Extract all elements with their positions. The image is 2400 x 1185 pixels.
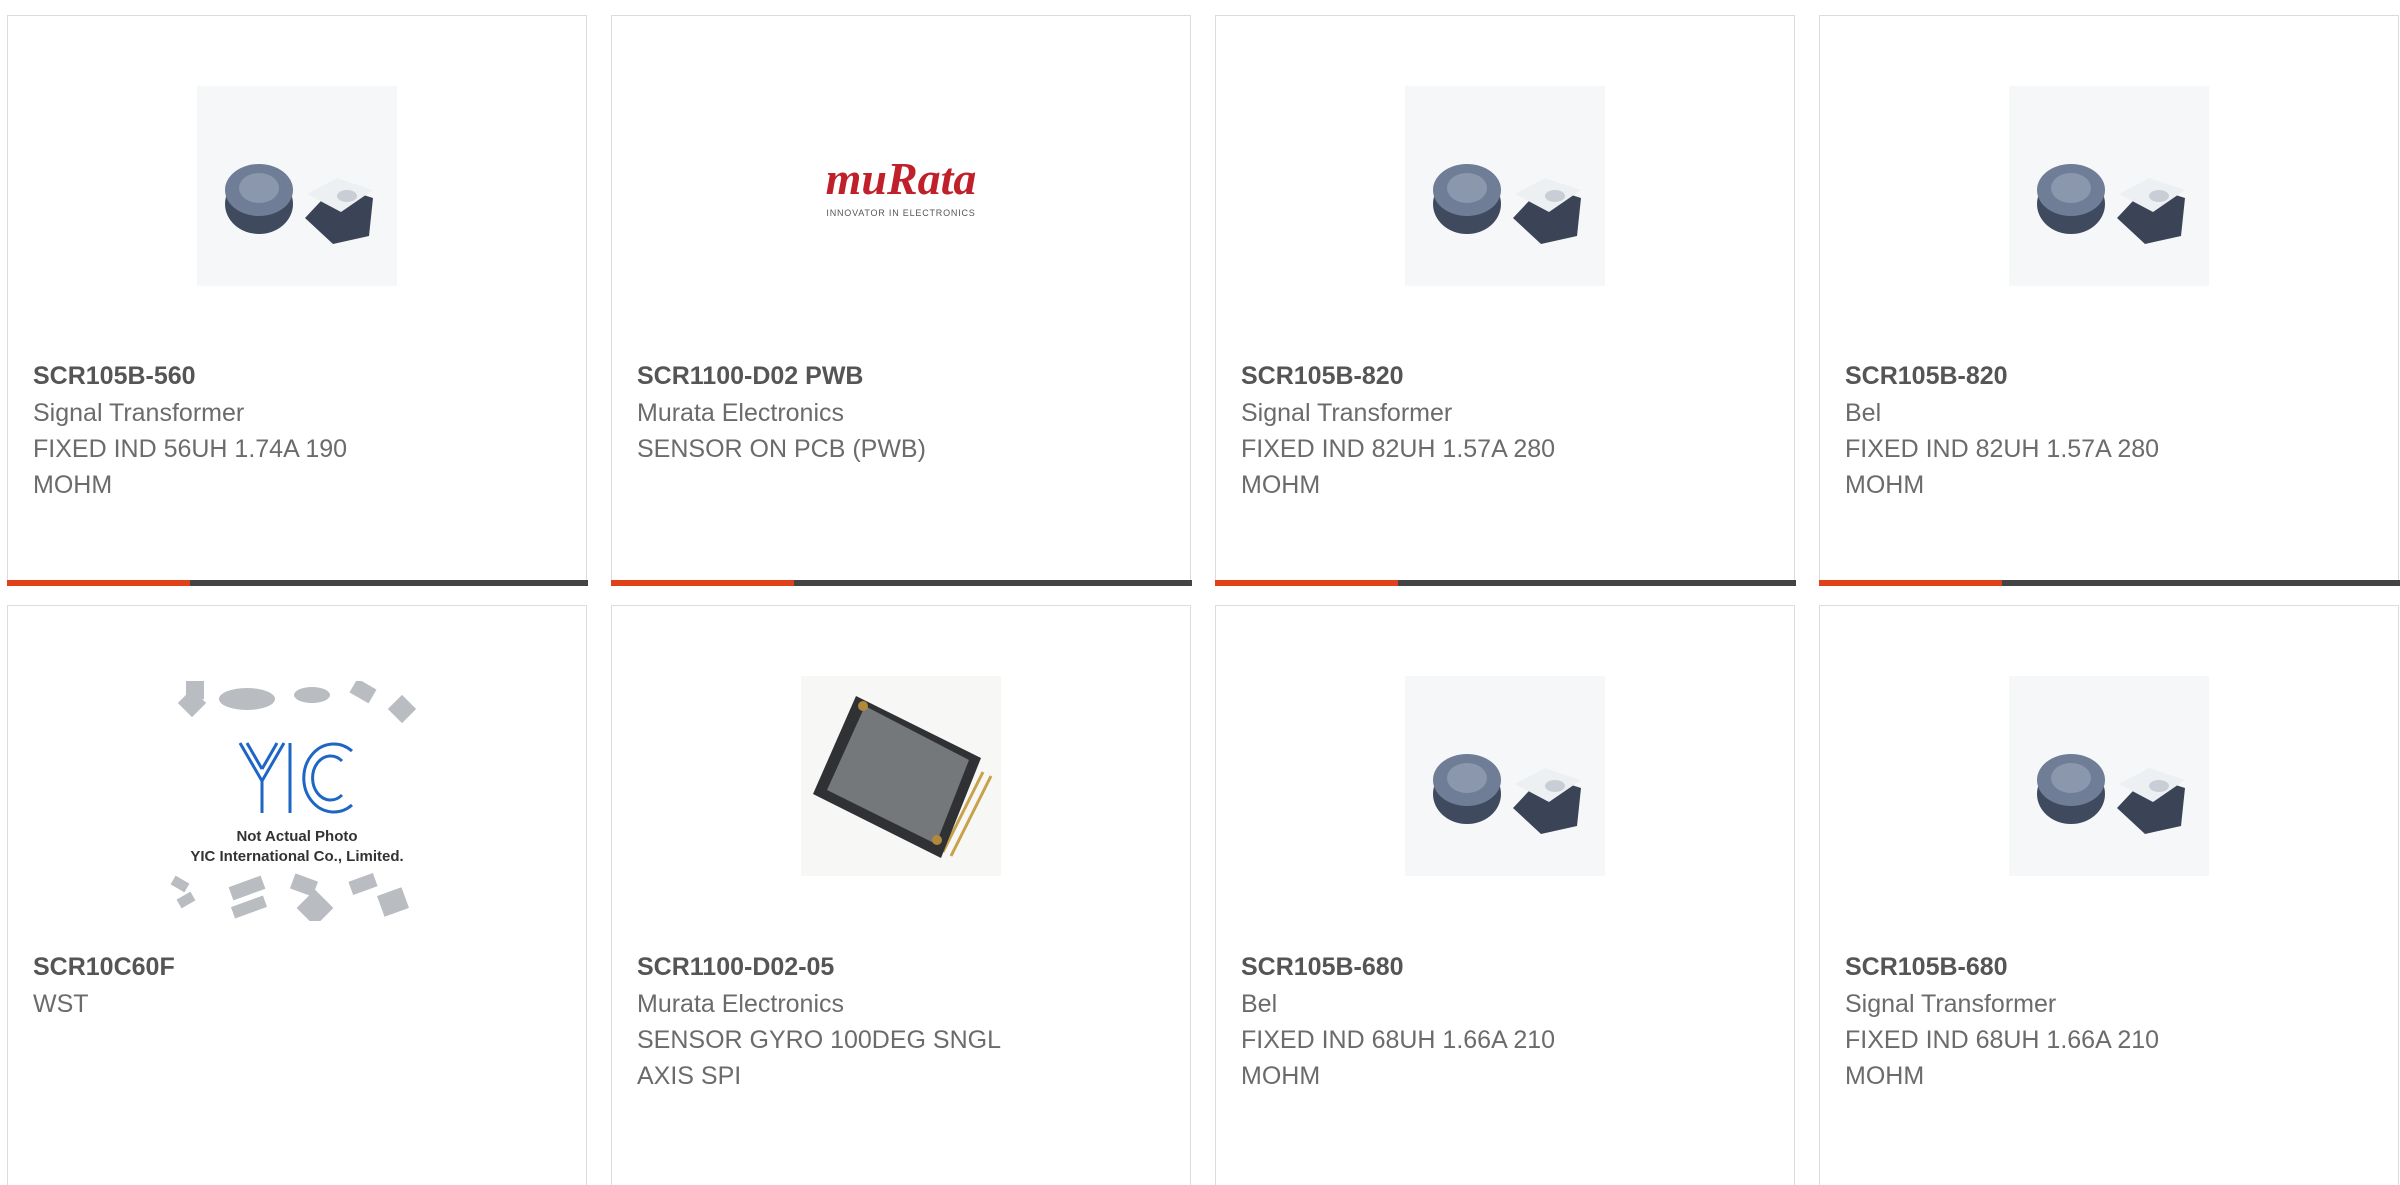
product-image-inductor[interactable] <box>197 86 397 286</box>
manufacturer: Murata Electronics <box>637 399 845 427</box>
description: MOHM <box>1241 471 1321 499</box>
manufacturer: Murata Electronics <box>637 990 845 1018</box>
placeholder-line-2: YIC International Co., Limited. <box>190 848 403 865</box>
product-image-inductor[interactable] <box>2009 676 2209 876</box>
product-card[interactable]: Not Actual Photo YIC International Co., … <box>7 605 587 1185</box>
part-number[interactable]: SCR105B-680 <box>1845 949 2373 986</box>
card-bar <box>6 579 588 586</box>
description: FIXED IND 56UH 1.74A 190 <box>33 435 348 463</box>
not-actual-photo-icon: Not Actual Photo YIC International Co., … <box>170 681 417 921</box>
description: MOHM <box>1241 1062 1321 1090</box>
inductor-icon <box>1405 676 1605 876</box>
product-image-inductor[interactable] <box>1405 676 1605 876</box>
description: MOHM <box>33 471 113 499</box>
product-image-chip[interactable] <box>801 676 1001 876</box>
inductor-icon <box>1405 86 1605 286</box>
manufacturer: Bel <box>1241 990 1278 1018</box>
description: FIXED IND 68UH 1.66A 210 <box>1241 1026 1556 1054</box>
description: MOHM <box>1845 471 1925 499</box>
card-bar-accent <box>1214 579 1398 586</box>
product-card[interactable]: SCR105B-680 Bel FIXED IND 68UH 1.66A 210… <box>1215 605 1795 1185</box>
product-card[interactable]: SCR105B-820 Bel FIXED IND 82UH 1.57A 280… <box>1818 15 2400 586</box>
description: FIXED IND 68UH 1.66A 210 <box>1845 1026 2160 1054</box>
card-bar <box>610 579 1192 586</box>
inductor-icon <box>197 86 397 286</box>
product-card[interactable]: SCR1100-D02-05 Murata Electronics SENSOR… <box>611 605 1191 1185</box>
card-bar-accent <box>610 579 794 586</box>
description: AXIS SPI <box>637 1062 742 1090</box>
product-image-inductor[interactable] <box>1405 86 1605 286</box>
part-number[interactable]: SCR105B-820 <box>1845 358 2373 395</box>
description: MOHM <box>1845 1062 1925 1090</box>
manufacturer: Signal Transformer <box>1241 399 1453 427</box>
product-card[interactable]: muRata INNOVATOR IN ELECTRONICS SCR1100-… <box>610 15 1192 586</box>
placeholder-line-1: Not Actual Photo <box>236 828 357 845</box>
ic-chip-icon <box>801 676 1001 876</box>
manufacturer: Signal Transformer <box>33 399 245 427</box>
product-card[interactable]: SCR105B-820 Signal Transformer FIXED IND… <box>1214 15 1796 586</box>
card-bar <box>1214 579 1796 586</box>
part-number[interactable]: SCR105B-680 <box>1241 949 1769 986</box>
part-number[interactable]: SCR105B-820 <box>1241 358 1769 395</box>
murata-logo-icon: muRata INNOVATOR IN ELECTRONICS <box>826 153 977 218</box>
manufacturer: WST <box>33 990 89 1018</box>
card-bar-accent <box>6 579 190 586</box>
inductor-icon <box>2009 676 2209 876</box>
product-card[interactable]: SCR105B-560 Signal Transformer FIXED IND… <box>6 15 588 586</box>
part-number[interactable]: SCR10C60F <box>33 949 561 986</box>
card-bar-accent <box>1818 579 2002 586</box>
card-bar <box>1818 579 2400 586</box>
product-image-inductor[interactable] <box>2009 86 2209 286</box>
manufacturer: Signal Transformer <box>1845 990 2057 1018</box>
part-number[interactable]: SCR1100-D02 PWB <box>637 358 1165 395</box>
inductor-icon <box>2009 86 2209 286</box>
product-grid: SCR105B-560 Signal Transformer FIXED IND… <box>0 0 2400 1185</box>
product-image-logo[interactable]: muRata INNOVATOR IN ELECTRONICS <box>801 86 1001 286</box>
product-card[interactable]: SCR105B-680 Signal Transformer FIXED IND… <box>1819 605 2399 1185</box>
description: SENSOR GYRO 100DEG SNGL <box>637 1026 1002 1054</box>
product-image-placeholder[interactable]: Not Actual Photo YIC International Co., … <box>152 681 442 921</box>
murata-logo-text: muRata <box>826 153 977 204</box>
part-number[interactable]: SCR1100-D02-05 <box>637 949 1165 986</box>
description: FIXED IND 82UH 1.57A 280 <box>1845 435 2160 463</box>
description: SENSOR ON PCB (PWB) <box>637 435 926 463</box>
description: FIXED IND 82UH 1.57A 280 <box>1241 435 1556 463</box>
part-number[interactable]: SCR105B-560 <box>33 358 561 395</box>
manufacturer: Bel <box>1845 399 1882 427</box>
murata-tagline: INNOVATOR IN ELECTRONICS <box>826 208 975 218</box>
